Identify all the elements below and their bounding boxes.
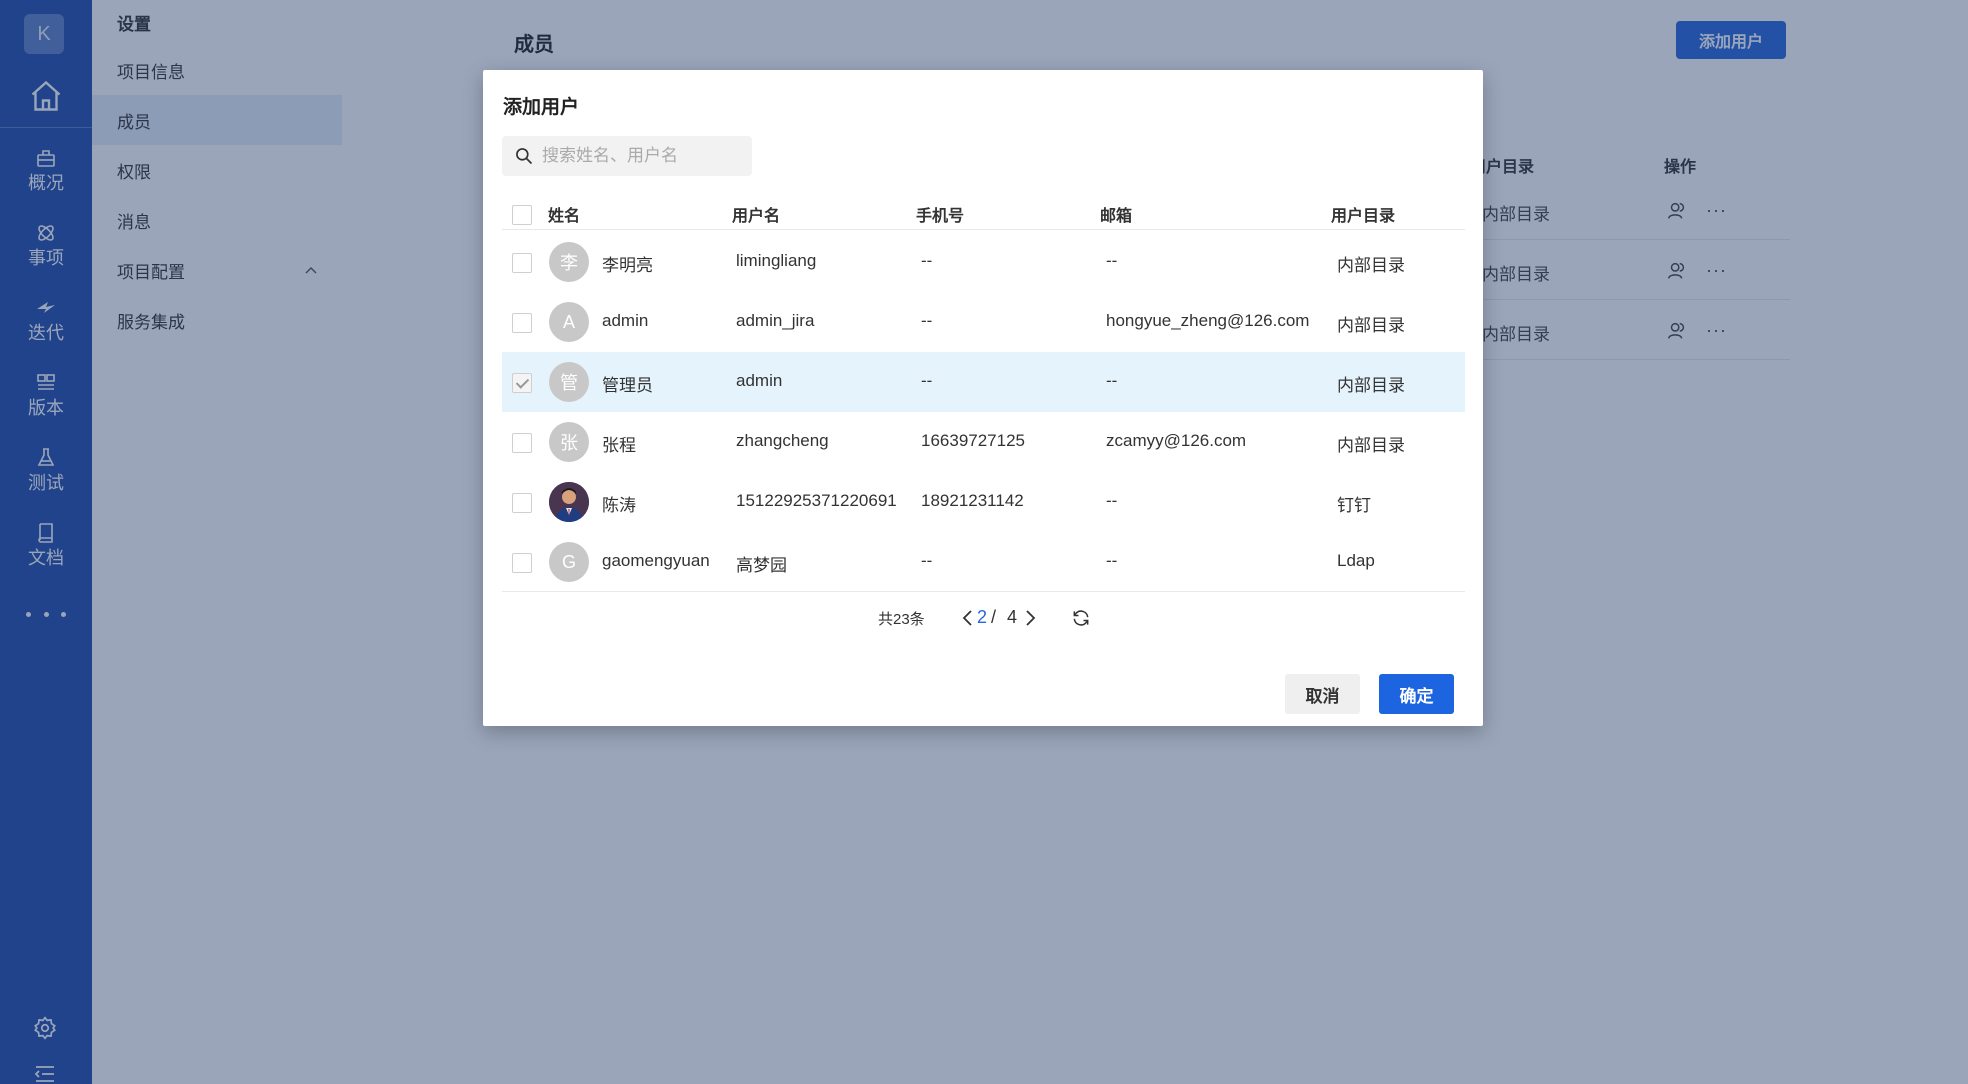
row-checkbox[interactable] bbox=[512, 493, 532, 513]
user-photo-icon bbox=[549, 482, 589, 522]
confirm-button[interactable]: 确定 bbox=[1379, 674, 1454, 714]
column-header-name: 姓名 bbox=[548, 208, 581, 225]
pagination: 共23条 2 / 4 bbox=[483, 598, 1483, 638]
cell-name: 李明亮 bbox=[602, 256, 653, 275]
cell-directory: 内部目录 bbox=[1337, 376, 1405, 395]
cell-email: -- bbox=[1106, 371, 1118, 390]
cell-email: -- bbox=[1106, 491, 1118, 510]
cell-name: gaomengyuan bbox=[602, 551, 710, 570]
total-count: 共23条 bbox=[878, 611, 925, 628]
avatar: G bbox=[549, 542, 589, 582]
table-header: 姓名 用户名 手机号 邮箱 用户目录 bbox=[502, 192, 1465, 230]
page-separator: / bbox=[991, 607, 997, 627]
cell-username: limingliang bbox=[736, 251, 817, 270]
table-row-selected[interactable]: 管 管理员 admin -- -- 内部目录 bbox=[502, 352, 1465, 412]
table-row[interactable]: A admin admin_jira -- hongyue_zheng@126.… bbox=[502, 292, 1465, 352]
cell-directory: 钉钉 bbox=[1337, 496, 1371, 515]
cell-name: admin bbox=[602, 311, 649, 330]
search-input[interactable] bbox=[542, 146, 742, 166]
cell-phone: 18921231142 bbox=[921, 491, 1024, 510]
avatar: 管 bbox=[549, 362, 589, 402]
avatar: 李 bbox=[549, 242, 589, 282]
cell-directory: 内部目录 bbox=[1337, 316, 1405, 335]
current-page[interactable]: 2 bbox=[977, 607, 987, 628]
cell-phone: 16639727125 bbox=[921, 431, 1026, 450]
table-row[interactable]: 李 李明亮 limingliang -- -- 内部目录 bbox=[502, 232, 1465, 292]
cell-directory: 内部目录 bbox=[1337, 256, 1405, 275]
cell-username: 15122925371220691 bbox=[736, 491, 897, 510]
cell-phone: -- bbox=[921, 551, 933, 570]
cell-username: admin bbox=[736, 371, 783, 390]
cell-email: -- bbox=[1106, 551, 1118, 570]
cell-phone: -- bbox=[921, 251, 933, 270]
row-checkbox[interactable] bbox=[512, 433, 532, 453]
table-row[interactable]: 陈涛 15122925371220691 18921231142 -- 钉钉 bbox=[502, 472, 1465, 532]
cell-phone: -- bbox=[921, 371, 933, 390]
cell-email: -- bbox=[1106, 251, 1118, 270]
row-checkbox[interactable] bbox=[512, 253, 532, 273]
add-user-dialog: 添加用户 姓名 用户名 手机号 邮箱 用户目录 李 李明亮 liminglian… bbox=[483, 70, 1483, 726]
cell-directory: Ldap bbox=[1337, 551, 1375, 570]
search-box bbox=[502, 136, 752, 176]
avatar-photo bbox=[549, 482, 589, 522]
dialog-title: 添加用户 bbox=[503, 97, 580, 118]
refresh-icon[interactable] bbox=[1071, 608, 1091, 628]
column-header-directory: 用户目录 bbox=[1331, 208, 1396, 225]
next-page-icon[interactable] bbox=[1023, 609, 1037, 627]
row-checkbox[interactable] bbox=[512, 313, 532, 333]
cell-phone: -- bbox=[921, 311, 933, 330]
column-header-email: 邮箱 bbox=[1100, 208, 1133, 225]
select-all-checkbox[interactable] bbox=[512, 205, 532, 225]
cell-directory: 内部目录 bbox=[1337, 436, 1405, 455]
cell-username: admin_jira bbox=[736, 311, 815, 330]
total-pages: 4 bbox=[1007, 607, 1018, 627]
table-row[interactable]: G gaomengyuan 高梦园 -- -- Ldap bbox=[502, 532, 1465, 592]
cell-name: 管理员 bbox=[602, 376, 653, 395]
search-icon bbox=[516, 148, 533, 165]
cell-name: 张程 bbox=[602, 436, 636, 455]
column-header-phone: 手机号 bbox=[916, 208, 965, 225]
row-checkbox-checked[interactable] bbox=[512, 373, 532, 393]
cell-username: 高梦园 bbox=[736, 556, 787, 575]
cell-username: zhangcheng bbox=[736, 431, 829, 450]
cell-email: zcamyy@126.com bbox=[1106, 431, 1247, 450]
column-header-username: 用户名 bbox=[732, 208, 781, 225]
avatar: 张 bbox=[549, 422, 589, 462]
row-checkbox[interactable] bbox=[512, 553, 532, 573]
prev-page-icon[interactable] bbox=[961, 609, 975, 627]
cancel-button[interactable]: 取消 bbox=[1285, 674, 1360, 714]
cell-name: 陈涛 bbox=[602, 496, 636, 515]
table-row[interactable]: 张 张程 zhangcheng 16639727125 zcamyy@126.c… bbox=[502, 412, 1465, 472]
cell-email: hongyue_zheng@126.com bbox=[1106, 311, 1310, 330]
avatar: A bbox=[549, 302, 589, 342]
